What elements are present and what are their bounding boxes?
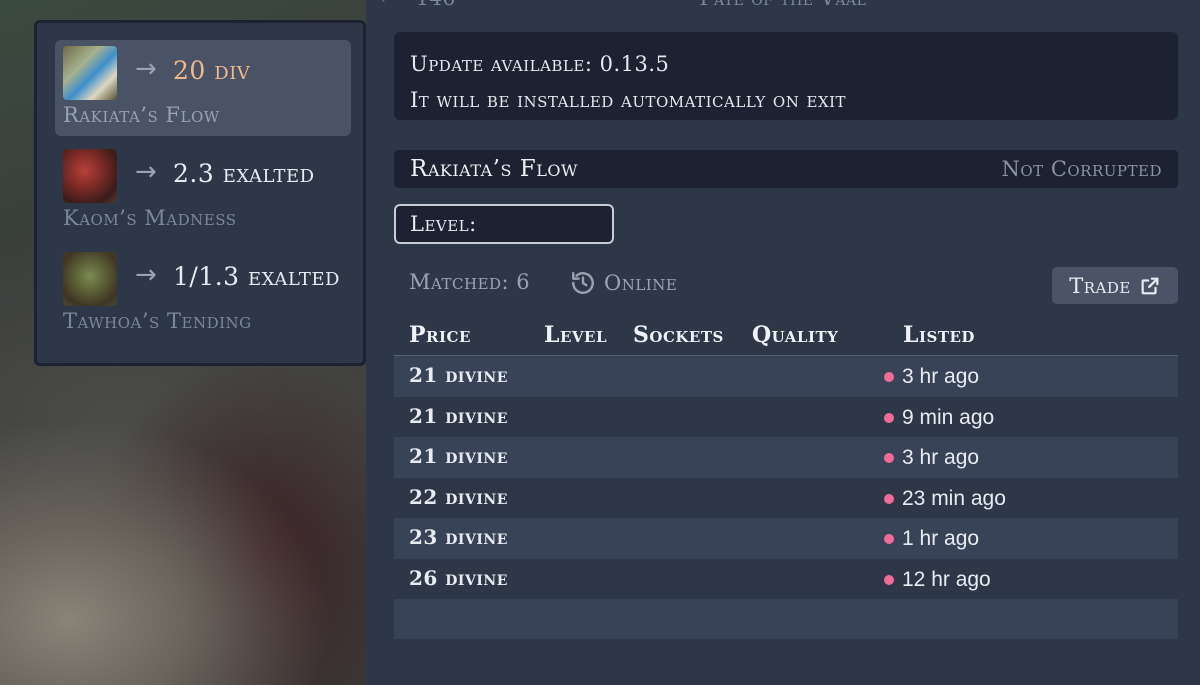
results-table: Price Level Sockets Quality Listed 21 di… <box>394 318 1178 639</box>
item-thumbnail <box>63 149 117 203</box>
arrow-right-icon: → <box>135 157 157 187</box>
row-listed-time: 12 hr ago <box>902 567 991 591</box>
row-listed-time: 3 hr ago <box>902 446 980 469</box>
online-label: Online <box>604 271 678 295</box>
widget-item-price: 20 div <box>173 56 251 85</box>
row-listed-time: 23 min ago <box>902 486 1006 510</box>
row-listed: 1 hr ago <box>884 527 979 551</box>
online-toggle[interactable]: Online <box>570 270 677 296</box>
arrow-right-icon: → <box>135 54 157 84</box>
row-price: 26 divine <box>409 565 508 590</box>
table-row[interactable]: 21 divine 3 hr ago <box>394 437 1178 478</box>
row-listed: 23 min ago <box>884 487 1006 511</box>
table-row[interactable]: 26 divine 12 hr ago <box>394 558 1178 599</box>
row-listed-time: 1 hr ago <box>902 527 980 550</box>
column-header-listed[interactable]: Listed <box>903 322 975 348</box>
row-listed: 9 min ago <box>884 406 994 430</box>
update-version-text: Update available: 0.13.5 <box>410 52 670 76</box>
row-price: 21 divine <box>409 363 508 387</box>
online-status-dot <box>884 412 894 423</box>
top-bar: ⟵ 146 Fate of the Vaal <box>366 0 1200 10</box>
row-listed: 3 hr ago <box>884 446 979 470</box>
widget-item-tawhoas-tending[interactable]: → 1/1.3 exalted Tawhoa’s Tending <box>55 246 351 342</box>
update-install-text: It will be installed automatically on ex… <box>410 88 847 112</box>
matched-count: Matched: 6 <box>409 270 531 294</box>
column-header-sockets[interactable]: Sockets <box>633 322 724 348</box>
table-body: 21 divine 3 hr ago 21 divine 9 min ago 2… <box>394 356 1178 639</box>
level-filter-input[interactable]: Level: <box>394 204 614 244</box>
widget-item-kaoms-madness[interactable]: → 2.3 exalted Kaom’s Madness <box>55 143 351 239</box>
online-status-dot <box>884 574 894 585</box>
external-link-icon <box>1141 277 1159 294</box>
widget-item-name: Rakiata’s Flow <box>63 103 220 127</box>
row-listed-time: 9 min ago <box>902 405 995 429</box>
row-listed: 3 hr ago <box>884 365 979 389</box>
row-price: 21 divine <box>409 444 508 468</box>
online-status-dot <box>884 493 894 504</box>
online-status-dot <box>884 453 894 463</box>
online-status-dot <box>884 534 894 544</box>
price-widget-panel: → 20 div Rakiata’s Flow → 2.3 exalted Ka… <box>34 20 366 366</box>
league-title: Fate of the Vaal <box>366 0 1200 10</box>
item-name: Rakiata’s Flow <box>410 156 578 182</box>
row-listed: 12 hr ago <box>884 568 991 592</box>
item-thumbnail <box>63 46 117 100</box>
row-price: 21 divine <box>409 403 508 428</box>
table-header: Price Level Sockets Quality Listed <box>394 318 1178 356</box>
price-check-panel: ⟵ 146 Fate of the Vaal Update available:… <box>366 0 1200 685</box>
online-status-dot <box>884 372 894 382</box>
table-row[interactable]: 23 divine 1 hr ago <box>394 518 1178 559</box>
widget-item-rakiatas-flow[interactable]: → 20 div Rakiata’s Flow <box>55 40 351 136</box>
table-row[interactable]: 21 divine 3 hr ago <box>394 356 1178 397</box>
table-row[interactable]: 21 divine 9 min ago <box>394 396 1178 437</box>
trade-label: Trade <box>1069 273 1131 298</box>
column-header-price[interactable]: Price <box>409 322 471 348</box>
row-price: 22 divine <box>409 484 508 509</box>
level-filter-label: Level: <box>410 212 477 236</box>
corruption-status[interactable]: Not Corrupted <box>1001 157 1162 181</box>
row-listed-time: 3 hr ago <box>902 365 980 388</box>
update-notice: Update available: 0.13.5 It will be inst… <box>394 32 1178 120</box>
widget-item-price: 2.3 exalted <box>173 159 315 188</box>
widget-item-name: Kaom’s Madness <box>63 206 237 230</box>
table-row[interactable]: 22 divine 23 min ago <box>394 477 1178 518</box>
trade-button[interactable]: Trade <box>1052 267 1178 304</box>
column-header-quality[interactable]: Quality <box>752 322 838 348</box>
history-icon <box>572 272 594 294</box>
widget-item-name: Tawhoa’s Tending <box>63 309 252 333</box>
item-thumbnail <box>63 252 117 306</box>
item-header: Rakiata’s Flow Not Corrupted <box>394 150 1178 188</box>
table-row-empty <box>394 599 1178 639</box>
widget-item-price: 1/1.3 exalted <box>173 262 340 291</box>
arrow-right-icon: → <box>135 260 157 290</box>
row-price: 23 divine <box>409 525 508 549</box>
column-header-level[interactable]: Level <box>544 322 607 348</box>
